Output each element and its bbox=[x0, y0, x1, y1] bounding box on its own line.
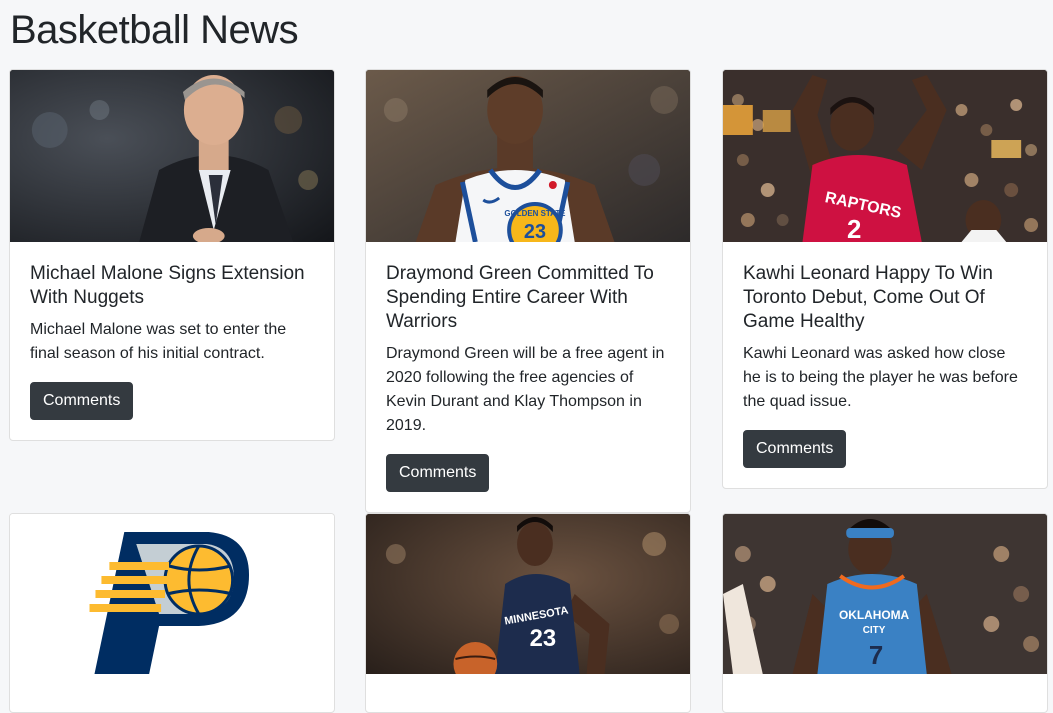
svg-text:CITY: CITY bbox=[863, 625, 886, 636]
news-card: Michael Malone Signs Extension With Nugg… bbox=[9, 69, 335, 441]
raptors-player-photo: RAPTORS 2 bbox=[723, 70, 1047, 242]
news-card: MINNESOTA 23 bbox=[365, 513, 691, 713]
card-title: Michael Malone Signs Extension With Nugg… bbox=[30, 263, 305, 308]
card-text: Draymond Green will be a free agent in 2… bbox=[386, 345, 665, 434]
timberwolves-player-photo: MINNESOTA 23 bbox=[366, 514, 690, 674]
comments-button[interactable]: Comments bbox=[30, 382, 134, 420]
comments-button[interactable]: Comments bbox=[386, 454, 490, 492]
svg-text:7: 7 bbox=[869, 642, 883, 670]
svg-text:23: 23 bbox=[530, 625, 557, 652]
svg-text:OKLAHOMA: OKLAHOMA bbox=[839, 608, 910, 622]
svg-text:23: 23 bbox=[524, 221, 546, 242]
news-card: RAPTORS 2 Kawhi Leonard Happy To Win Tor… bbox=[722, 69, 1048, 489]
page-title: Basketball News bbox=[10, 8, 299, 52]
svg-text:GOLDEN STATE: GOLDEN STATE bbox=[504, 209, 565, 218]
news-card: 23 GOLDEN STATE Draymond Green Committed… bbox=[365, 69, 691, 513]
thunder-player-photo: OKLAHOMA CITY 7 bbox=[723, 514, 1047, 674]
card-text: Michael Malone was set to enter the fina… bbox=[30, 321, 287, 362]
card-text: Kawhi Leonard was asked how close he is … bbox=[743, 345, 1018, 410]
pacers-logo bbox=[10, 514, 334, 674]
card-title: Kawhi Leonard Happy To Win Toronto Debut… bbox=[743, 263, 993, 332]
warriors-player-photo: 23 GOLDEN STATE bbox=[366, 70, 690, 242]
coach-photo bbox=[10, 70, 334, 242]
news-card: OKLAHOMA CITY 7 bbox=[722, 513, 1048, 713]
card-title: Draymond Green Committed To Spending Ent… bbox=[386, 263, 654, 332]
comments-button[interactable]: Comments bbox=[743, 430, 847, 468]
svg-text:2: 2 bbox=[847, 216, 861, 242]
news-card bbox=[9, 513, 335, 713]
